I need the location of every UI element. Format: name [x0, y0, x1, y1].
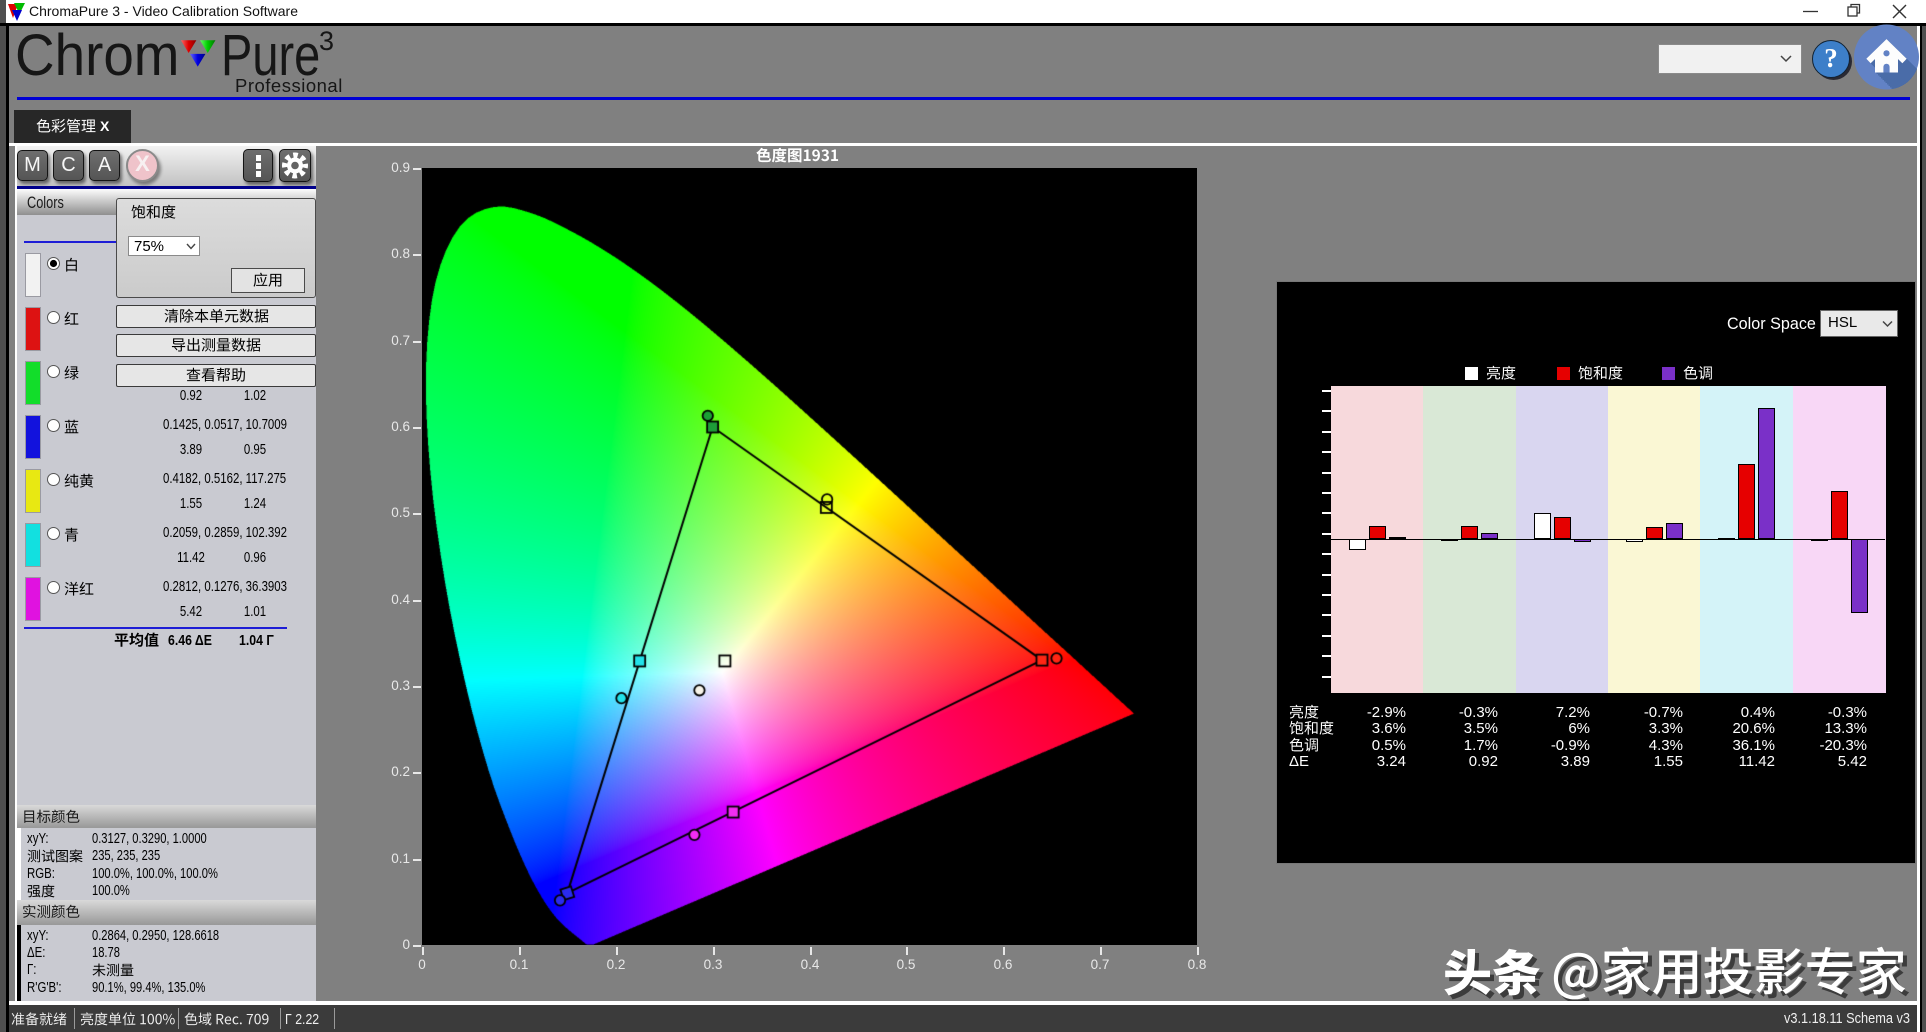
svg-text:?: ? [1824, 43, 1838, 73]
